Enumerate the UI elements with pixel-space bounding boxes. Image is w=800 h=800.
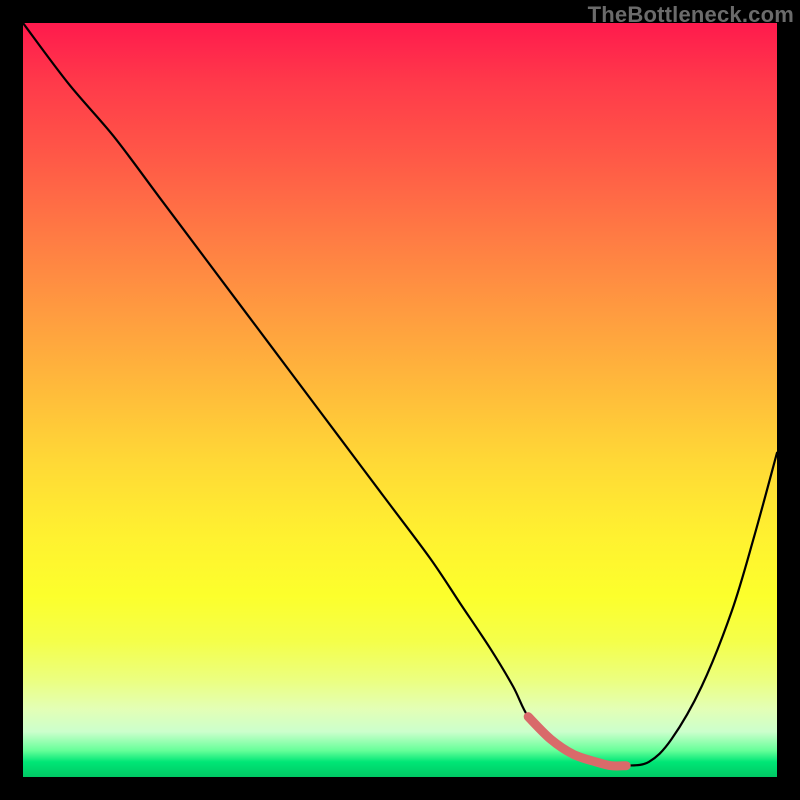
gradient-background [23,23,777,777]
chart-plot-area [23,23,777,777]
